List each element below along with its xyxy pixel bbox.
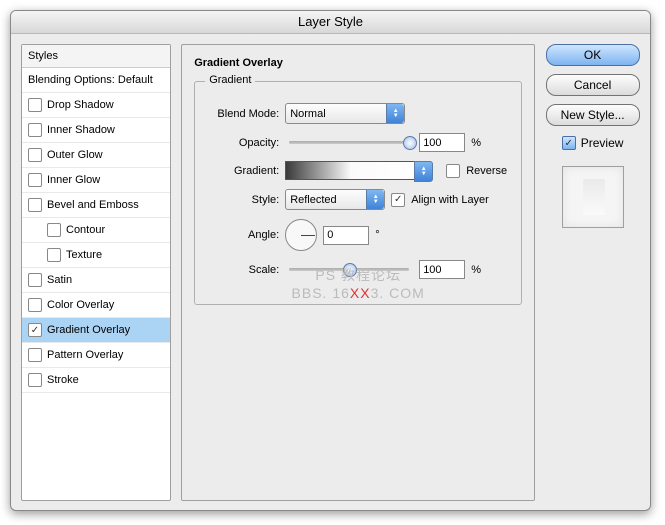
preview-checkbox[interactable] bbox=[562, 136, 576, 150]
checkbox-pattern-overlay[interactable] bbox=[28, 348, 42, 362]
style-select[interactable]: Reflected ▲▼ bbox=[285, 189, 385, 210]
chevron-updown-icon: ▲▼ bbox=[366, 190, 384, 209]
style-row-drop-shadow[interactable]: Drop Shadow bbox=[22, 93, 170, 118]
styles-header[interactable]: Styles bbox=[22, 45, 170, 68]
checkbox-stroke[interactable] bbox=[28, 373, 42, 387]
style-row-outer-glow[interactable]: Outer Glow bbox=[22, 143, 170, 168]
checkbox-texture[interactable] bbox=[47, 248, 61, 262]
new-style-button[interactable]: New Style... bbox=[546, 104, 640, 126]
checkbox-gradient-overlay[interactable] bbox=[28, 323, 42, 337]
blending-options[interactable]: Blending Options: Default bbox=[22, 68, 170, 93]
align-checkbox[interactable] bbox=[391, 193, 405, 207]
opacity-label: Opacity: bbox=[209, 137, 279, 149]
style-label-field: Style: bbox=[209, 194, 279, 206]
scale-label: Scale: bbox=[209, 264, 279, 276]
side-buttons: OK Cancel New Style... Preview bbox=[545, 44, 640, 501]
chevron-updown-icon: ▲▼ bbox=[414, 161, 433, 182]
opacity-unit: % bbox=[471, 137, 481, 149]
scale-input[interactable] bbox=[419, 260, 465, 279]
gradient-picker[interactable]: ▲▼ bbox=[285, 161, 417, 180]
style-row-bevel-emboss[interactable]: Bevel and Emboss bbox=[22, 193, 170, 218]
style-row-pattern-overlay[interactable]: Pattern Overlay bbox=[22, 343, 170, 368]
style-row-color-overlay[interactable]: Color Overlay bbox=[22, 293, 170, 318]
dialog-title: Layer Style bbox=[11, 11, 650, 34]
style-label: Pattern Overlay bbox=[47, 349, 123, 361]
cancel-button[interactable]: Cancel bbox=[546, 74, 640, 96]
preview-thumbnail bbox=[562, 166, 624, 228]
align-label: Align with Layer bbox=[411, 194, 489, 206]
checkbox-inner-glow[interactable] bbox=[28, 173, 42, 187]
style-row-inner-shadow[interactable]: Inner Shadow bbox=[22, 118, 170, 143]
opacity-slider[interactable] bbox=[289, 141, 409, 144]
reverse-checkbox[interactable] bbox=[446, 164, 460, 178]
checkbox-bevel-emboss[interactable] bbox=[28, 198, 42, 212]
checkbox-drop-shadow[interactable] bbox=[28, 98, 42, 112]
style-label: Stroke bbox=[47, 374, 79, 386]
style-label: Contour bbox=[66, 224, 105, 236]
checkbox-outer-glow[interactable] bbox=[28, 148, 42, 162]
panel-title: Gradient Overlay bbox=[194, 57, 283, 69]
slider-thumb[interactable] bbox=[403, 136, 417, 150]
angle-label: Angle: bbox=[209, 229, 279, 241]
blend-mode-label: Blend Mode: bbox=[209, 108, 279, 120]
scale-unit: % bbox=[471, 264, 481, 276]
style-label: Satin bbox=[47, 274, 72, 286]
style-row-contour[interactable]: Contour bbox=[22, 218, 170, 243]
style-label: Inner Shadow bbox=[47, 124, 115, 136]
style-label: Texture bbox=[66, 249, 102, 261]
checkbox-inner-shadow[interactable] bbox=[28, 123, 42, 137]
style-row-inner-glow[interactable]: Inner Glow bbox=[22, 168, 170, 193]
angle-dial[interactable] bbox=[285, 219, 317, 251]
scale-slider[interactable] bbox=[289, 268, 409, 271]
style-row-gradient-overlay[interactable]: Gradient Overlay bbox=[22, 318, 170, 343]
preview-label: Preview bbox=[581, 136, 624, 150]
ok-button[interactable]: OK bbox=[546, 44, 640, 66]
settings-panel: Gradient Overlay Gradient Blend Mode: No… bbox=[181, 44, 535, 501]
checkbox-satin[interactable] bbox=[28, 273, 42, 287]
style-label: Drop Shadow bbox=[47, 99, 114, 111]
style-row-texture[interactable]: Texture bbox=[22, 243, 170, 268]
checkbox-color-overlay[interactable] bbox=[28, 298, 42, 312]
blend-mode-value: Normal bbox=[290, 108, 325, 120]
style-label: Inner Glow bbox=[47, 174, 100, 186]
style-label: Gradient Overlay bbox=[47, 324, 130, 336]
group-legend: Gradient bbox=[205, 74, 255, 86]
slider-thumb[interactable] bbox=[343, 263, 357, 277]
opacity-input[interactable] bbox=[419, 133, 465, 152]
style-value: Reflected bbox=[290, 194, 336, 206]
reverse-label: Reverse bbox=[466, 165, 507, 177]
checkbox-contour[interactable] bbox=[47, 223, 61, 237]
chevron-updown-icon: ▲▼ bbox=[386, 104, 404, 123]
style-row-stroke[interactable]: Stroke bbox=[22, 368, 170, 393]
style-label: Outer Glow bbox=[47, 149, 103, 161]
angle-unit: ° bbox=[375, 229, 379, 241]
style-row-satin[interactable]: Satin bbox=[22, 268, 170, 293]
style-label: Color Overlay bbox=[47, 299, 114, 311]
style-label: Bevel and Emboss bbox=[47, 199, 139, 211]
gradient-label: Gradient: bbox=[209, 165, 279, 177]
styles-list: Styles Blending Options: Default Drop Sh… bbox=[21, 44, 171, 501]
blend-mode-select[interactable]: Normal ▲▼ bbox=[285, 103, 405, 124]
angle-input[interactable] bbox=[323, 226, 369, 245]
